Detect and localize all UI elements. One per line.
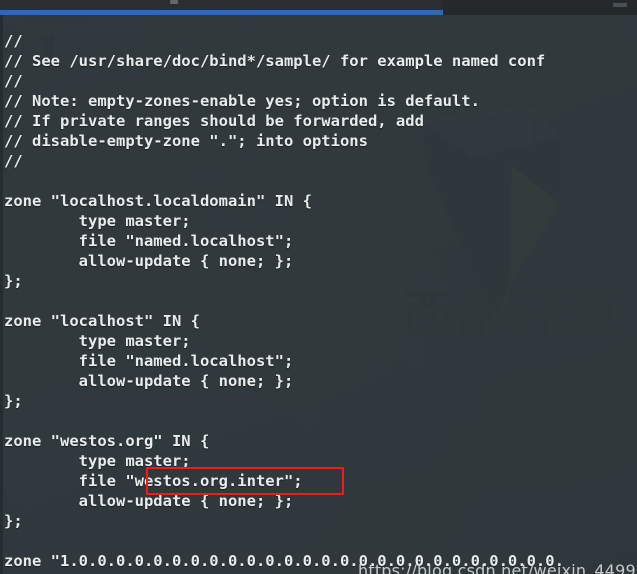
terminal-line: allow-update { none; }; [4,491,294,510]
csdn-watermark: https://blog.csdn.net/weixin_44992260 [358,561,637,574]
terminal-line: allow-update { none; }; [4,251,294,270]
terminal-line: // disable-empty-zone "."; into options [4,131,368,150]
terminal-left-edge [0,15,3,574]
terminal-line: zone "localhost.localdomain" IN { [4,191,312,210]
terminal-line: file "named.localhost"; [4,231,294,250]
screenshot-root: 西部开源 Trash //// See /usr/share/doc/bind*… [0,0,637,574]
terminal-tab-indicator[interactable] [170,0,178,4]
terminal-line: type master; [4,331,191,350]
terminal-titlebar-right [443,0,637,15]
terminal-line: // [4,151,23,170]
terminal-line: }; [4,271,23,290]
window-controls-icon[interactable] [613,3,627,7]
terminal-line: type master; [4,211,191,230]
terminal-line: zone "localhost" IN { [4,311,200,330]
terminal-line: // See /usr/share/doc/bind*/sample/ for … [4,51,546,70]
terminal-body[interactable]: //// See /usr/share/doc/bind*/sample/ fo… [0,15,637,574]
terminal-line: file "named.localhost"; [4,351,294,370]
terminal-line: zone "westos.org" IN { [4,431,210,450]
terminal-line: }; [4,391,23,410]
terminal-line: file "westos.org.inter"; [4,471,303,490]
terminal-line: // Note: empty-zones-enable yes; option … [4,91,480,110]
terminal-line: // If private ranges should be forwarded… [4,111,424,130]
terminal-text-content: //// See /usr/share/doc/bind*/sample/ fo… [4,31,637,574]
terminal-line: // [4,31,23,50]
terminal-line: // [4,71,23,90]
terminal-line: }; [4,511,23,530]
terminal-line: allow-update { none; }; [4,371,294,390]
terminal-line: type master; [4,451,191,470]
terminal-window: //// See /usr/share/doc/bind*/sample/ fo… [0,0,637,574]
